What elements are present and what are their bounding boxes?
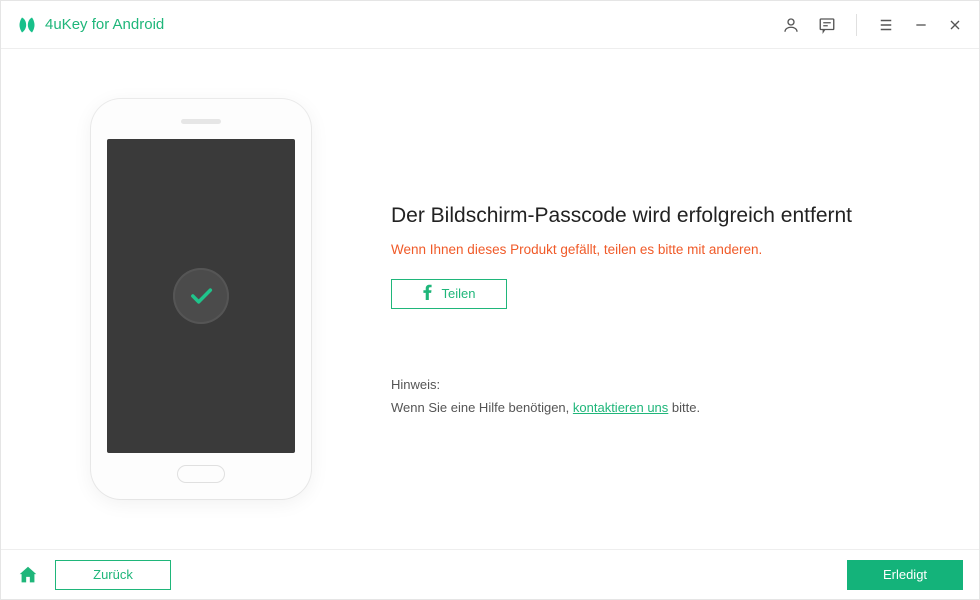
main-content: Der Bildschirm-Passcode wird erfolgreich…	[1, 49, 979, 549]
app-title: 4uKey for Android	[45, 16, 164, 33]
phone-home-button	[177, 465, 225, 483]
home-icon[interactable]	[17, 564, 39, 586]
app-window: 4uKey for Android	[0, 0, 980, 600]
hint-block: Hinweis: Wenn Sie eine Hilfe benötigen, …	[391, 377, 929, 415]
success-check-icon	[173, 268, 229, 324]
phone-illustration	[51, 99, 351, 499]
menu-icon[interactable]	[877, 16, 895, 34]
close-icon[interactable]	[947, 17, 963, 33]
title-separator	[856, 14, 857, 36]
hint-suffix: bitte.	[668, 400, 700, 415]
back-button[interactable]: Zurück	[55, 560, 171, 590]
title-left: 4uKey for Android	[17, 15, 164, 35]
facebook-icon	[423, 284, 432, 303]
sub-headline: Wenn Ihnen dieses Produkt gefällt, teile…	[391, 242, 929, 257]
info-column: Der Bildschirm-Passcode wird erfolgreich…	[391, 184, 929, 415]
phone-screen	[107, 139, 295, 453]
hint-prefix: Wenn Sie eine Hilfe benötigen,	[391, 400, 573, 415]
hint-text: Wenn Sie eine Hilfe benötigen, kontaktie…	[391, 400, 929, 415]
title-bar: 4uKey for Android	[1, 1, 979, 49]
headline: Der Bildschirm-Passcode wird erfolgreich…	[391, 204, 929, 228]
logo-icon	[17, 15, 37, 35]
phone-speaker	[181, 119, 221, 124]
footer-bar: Zurück Erledigt	[1, 549, 979, 599]
account-icon[interactable]	[782, 16, 800, 34]
feedback-icon[interactable]	[818, 16, 836, 34]
share-label: Teilen	[442, 286, 476, 301]
minimize-icon[interactable]	[913, 17, 929, 33]
share-button[interactable]: Teilen	[391, 279, 507, 309]
hint-label: Hinweis:	[391, 377, 929, 392]
title-right	[782, 14, 963, 36]
done-button[interactable]: Erledigt	[847, 560, 963, 590]
phone-frame	[91, 99, 311, 499]
contact-link[interactable]: kontaktieren uns	[573, 400, 668, 415]
